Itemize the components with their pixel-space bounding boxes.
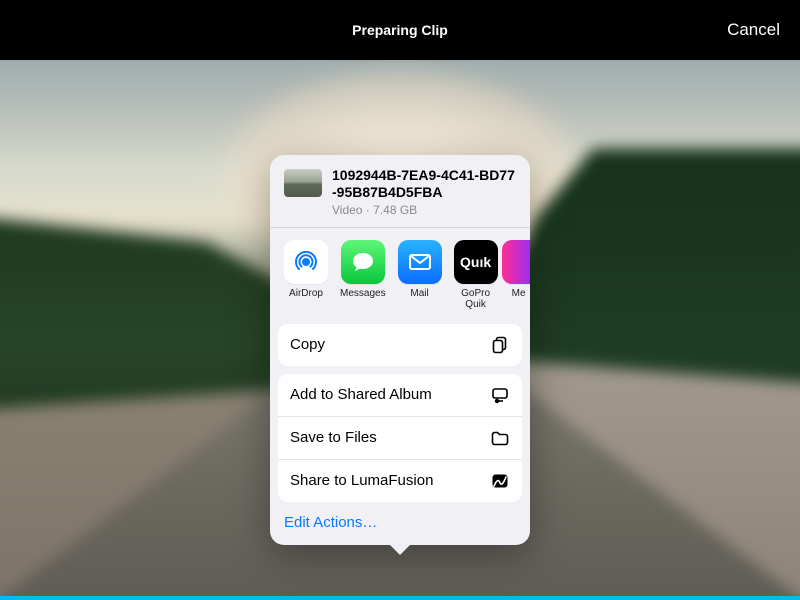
lumafusion-icon [490, 471, 510, 491]
share-app-airdrop[interactable]: AirDrop [284, 240, 328, 310]
share-app-label: Mail [410, 288, 428, 310]
share-app-more[interactable]: Me [510, 240, 528, 310]
share-app-label: Me [512, 288, 526, 310]
page-title: Preparing Clip [352, 22, 448, 38]
shared-album-icon [490, 385, 510, 405]
folder-icon [490, 428, 510, 448]
share-app-label: Messages [340, 288, 386, 310]
action-share-to-lumafusion[interactable]: Share to LumaFusion [278, 459, 522, 502]
share-app-gopro-quik[interactable]: Quık GoPro Quik [454, 240, 498, 310]
action-save-to-files[interactable]: Save to Files [278, 416, 522, 459]
action-copy[interactable]: Copy [278, 324, 522, 366]
cancel-button[interactable]: Cancel [727, 0, 780, 60]
app-icon [502, 240, 530, 284]
messages-icon [341, 240, 385, 284]
file-name: 1092944B-7EA9-4C41-BD77-95B87B4D5FBA [332, 167, 516, 201]
action-label: Save to Files [290, 429, 377, 446]
share-sheet: 1092944B-7EA9-4C41-BD77-95B87B4D5FBA Vid… [270, 155, 530, 545]
quik-icon: Quık [454, 240, 498, 284]
share-apps-row[interactable]: AirDrop Messages Mail Quık GoPro Quik [270, 228, 530, 316]
actions-group-primary: Copy [278, 324, 522, 366]
action-add-to-shared-album[interactable]: Add to Shared Album [278, 374, 522, 416]
share-header: 1092944B-7EA9-4C41-BD77-95B87B4D5FBA Vid… [270, 155, 530, 227]
actions-group-secondary: Add to Shared Album Save to Files Share … [278, 374, 522, 502]
action-label: Add to Shared Album [290, 386, 432, 403]
share-app-messages[interactable]: Messages [340, 240, 386, 310]
action-label: Share to LumaFusion [290, 472, 433, 489]
mail-icon [398, 240, 442, 284]
share-app-mail[interactable]: Mail [398, 240, 442, 310]
preparing-progress-bar [0, 596, 800, 600]
screen: Preparing Clip Cancel 1092944B-7EA9-4C41… [0, 0, 800, 600]
copy-icon [490, 335, 510, 355]
share-app-label: AirDrop [289, 288, 323, 310]
edit-actions-button[interactable]: Edit Actions… [270, 502, 530, 545]
file-meta: Video · 7.48 GB [332, 203, 516, 217]
share-app-label: GoPro Quik [454, 288, 498, 310]
airdrop-icon [284, 240, 328, 284]
file-thumbnail [284, 169, 322, 197]
action-label: Copy [290, 336, 325, 353]
top-bar: Preparing Clip Cancel [0, 0, 800, 60]
